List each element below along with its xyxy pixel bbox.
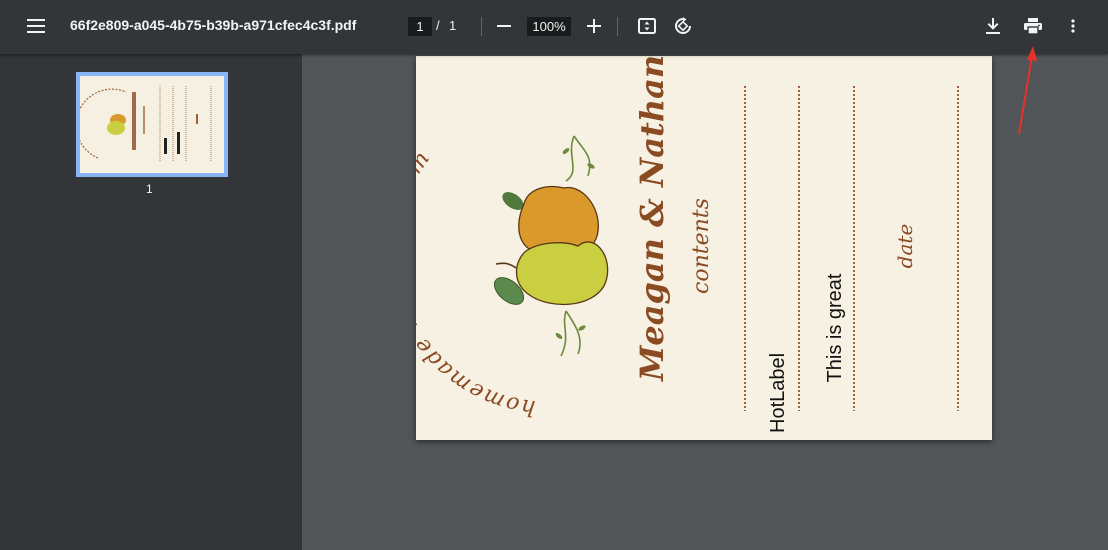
- page-separator: /: [436, 18, 440, 33]
- document-title: 66f2e809-a045-4b75-b39b-a971cfec4c3f.pdf: [70, 17, 357, 33]
- zoom-in-icon[interactable]: [578, 10, 610, 42]
- thumbnail-preview: [80, 76, 224, 173]
- pdf-page: homemade with love from Meagan & Nathan …: [416, 56, 992, 440]
- page-total: 1: [449, 18, 457, 33]
- zoom-out-icon[interactable]: [488, 10, 520, 42]
- field-value-hotlabel: HotLabel: [767, 352, 789, 433]
- toolbar-divider: [481, 17, 482, 36]
- date-label: date: [893, 223, 917, 269]
- thumbnail-sidebar: 1: [0, 54, 302, 550]
- page-thumbnail[interactable]: [76, 72, 228, 177]
- print-icon[interactable]: [1017, 10, 1049, 42]
- pear-illustration: [493, 135, 609, 357]
- zoom-level-input[interactable]: [527, 17, 571, 36]
- names-heading: Meagan & Nathan: [633, 56, 671, 381]
- toolbar-divider: [617, 17, 618, 36]
- field-value-this-is-great: This is great: [824, 273, 846, 383]
- menu-icon[interactable]: [20, 10, 52, 42]
- page-number-input[interactable]: [408, 17, 432, 36]
- thumbnail-page-number: 1: [146, 182, 153, 196]
- pdf-toolbar: 66f2e809-a045-4b75-b39b-a971cfec4c3f.pdf…: [0, 0, 1108, 54]
- fit-page-icon[interactable]: [631, 10, 663, 42]
- download-icon[interactable]: [977, 10, 1009, 42]
- contents-label: contents: [689, 198, 714, 294]
- rotate-icon[interactable]: [667, 10, 699, 42]
- more-vert-icon[interactable]: [1057, 10, 1089, 42]
